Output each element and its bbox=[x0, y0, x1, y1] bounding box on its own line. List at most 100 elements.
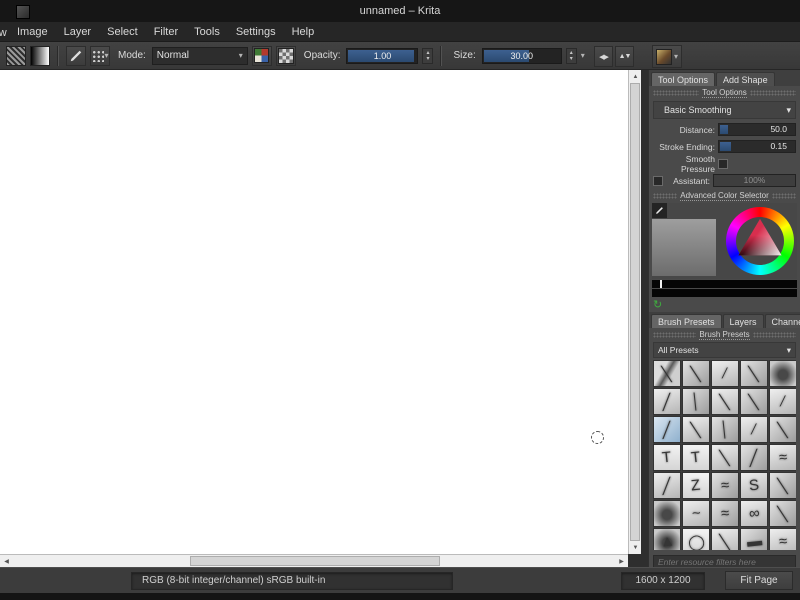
brush-preset[interactable] bbox=[769, 360, 796, 387]
tool-options-title[interactable]: Tool Options bbox=[649, 86, 800, 99]
brush-preset[interactable]: ╲ bbox=[769, 500, 796, 527]
tab-add-shape[interactable]: Add Shape bbox=[716, 72, 775, 86]
brush-preset[interactable]: ╲ bbox=[769, 472, 796, 499]
spin-down-icon[interactable]: ▾ bbox=[570, 56, 573, 62]
brush-preset[interactable] bbox=[653, 500, 681, 527]
brush-preset[interactable]: ╲ bbox=[740, 360, 768, 387]
brush-preset[interactable]: ◯ bbox=[682, 528, 710, 550]
brush-preset[interactable]: T bbox=[682, 444, 710, 471]
brush-preset[interactable]: Z bbox=[682, 472, 710, 499]
brush-preset[interactable]: ∕ bbox=[740, 416, 768, 443]
mirror-horizontal-button[interactable]: ◀▶ bbox=[594, 46, 613, 67]
toolbar-separator bbox=[440, 45, 443, 66]
vertical-scrollbar[interactable]: ▲ ▼ bbox=[628, 70, 641, 554]
freehand-brush-button[interactable] bbox=[66, 45, 86, 66]
brush-preset[interactable]: │ bbox=[711, 416, 739, 443]
smooth-pressure-label: Smooth Pressure bbox=[680, 153, 715, 174]
tab-tool-options[interactable]: Tool Options bbox=[651, 72, 716, 86]
mirror-vertical-button[interactable]: ▲▼ bbox=[615, 46, 634, 67]
brush-preset[interactable]: ╱ bbox=[653, 388, 681, 415]
menu-item-image[interactable]: Image bbox=[9, 23, 56, 41]
size-spinner[interactable]: ▴ ▾ bbox=[565, 47, 577, 64]
opacity-spinner[interactable]: ▴ ▾ bbox=[422, 47, 434, 64]
brush-preset[interactable]: ≈ bbox=[769, 444, 796, 471]
brush-preset[interactable]: ▬ bbox=[740, 528, 768, 550]
menu-item-view-partial[interactable]: View bbox=[0, 23, 9, 41]
brush-preset[interactable]: ≈ bbox=[711, 500, 739, 527]
smooth-pressure-checkbox[interactable] bbox=[718, 158, 728, 169]
menu-item-select[interactable]: Select bbox=[99, 23, 146, 41]
status-bar: RGB (8-bit integer/channel) sRGB built-i… bbox=[0, 567, 800, 593]
brush-preset[interactable]: ≈ bbox=[711, 472, 739, 499]
menu-item-filter[interactable]: Filter bbox=[146, 23, 186, 41]
value-strip-2[interactable] bbox=[652, 289, 797, 297]
scroll-left-icon[interactable]: ◀ bbox=[0, 555, 13, 567]
tab-brush-presets[interactable]: Brush Presets bbox=[651, 314, 722, 328]
brush-preset[interactable]: ╲ bbox=[711, 388, 739, 415]
brush-preset[interactable]: ▲ bbox=[653, 528, 681, 550]
color-selector-settings-button[interactable] bbox=[652, 203, 667, 218]
main-toolbar: ▾ Mode: Normal ▾ Opacity: 1.00 ▴ ▾ Size:… bbox=[0, 42, 800, 70]
scroll-down-icon[interactable]: ▼ bbox=[629, 541, 642, 554]
menu-item-help[interactable]: Help bbox=[284, 23, 323, 41]
brush-preset[interactable]: ╲ bbox=[740, 388, 768, 415]
advanced-color-selector[interactable] bbox=[652, 203, 797, 279]
menu-item-layer[interactable]: Layer bbox=[56, 23, 100, 41]
distance-field[interactable]: 50.0 bbox=[718, 123, 796, 136]
smooth-pressure-row: Smooth Pressure bbox=[653, 153, 796, 174]
advanced-color-selector-title[interactable]: Advanced Color Selector bbox=[649, 189, 800, 202]
value-strip-1[interactable] bbox=[652, 280, 797, 288]
tab-layers[interactable]: Layers bbox=[722, 314, 764, 328]
brush-preset[interactable]: ∕ bbox=[769, 388, 796, 415]
preset-filter-select[interactable]: All Presets ▾ bbox=[653, 342, 796, 358]
menu-item-settings[interactable]: Settings bbox=[228, 23, 284, 41]
brush-preset-chooser-thumbnail[interactable] bbox=[6, 45, 26, 66]
size-slider[interactable]: 30.00 bbox=[481, 47, 562, 64]
canvas[interactable] bbox=[0, 70, 628, 554]
brush-preset[interactable]: T bbox=[653, 444, 681, 471]
scroll-up-icon[interactable]: ▲ bbox=[629, 70, 642, 83]
assistant-checkbox[interactable] bbox=[653, 175, 663, 186]
size-value: 30.00 bbox=[510, 50, 533, 61]
opacity-slider[interactable]: 1.00 bbox=[346, 47, 419, 64]
hue-ring[interactable] bbox=[726, 207, 794, 275]
brush-preset[interactable]: ╱ bbox=[653, 416, 681, 443]
blending-mode-select[interactable]: Normal ▾ bbox=[151, 46, 248, 65]
brush-preset[interactable]: ╲ bbox=[653, 360, 681, 387]
brush-preset[interactable]: │ bbox=[682, 388, 710, 415]
horizontal-scrollbar[interactable]: ◀ ▶ bbox=[0, 554, 628, 567]
brush-preset[interactable]: ~ bbox=[682, 500, 710, 527]
brush-preset[interactable]: ╲ bbox=[711, 528, 739, 550]
stroke-ending-field[interactable]: 0.15 bbox=[718, 140, 796, 153]
brush-preset[interactable]: ╱ bbox=[740, 444, 768, 471]
refresh-colors-icon[interactable]: ↻ bbox=[653, 299, 662, 311]
vertical-scrollbar-thumb[interactable] bbox=[630, 83, 640, 541]
brush-preset[interactable]: ╲ bbox=[769, 416, 796, 443]
menu-item-tools[interactable]: Tools bbox=[186, 23, 228, 41]
horizontal-scrollbar-thumb[interactable] bbox=[190, 556, 440, 566]
smoothing-type-select[interactable]: Basic Smoothing ▾ bbox=[653, 101, 796, 119]
gradient-chooser-thumbnail[interactable] bbox=[30, 45, 50, 66]
brush-preset[interactable]: ≈ bbox=[769, 528, 796, 550]
distance-row: Distance: 50.0 bbox=[653, 122, 796, 137]
spin-down-icon[interactable]: ▾ bbox=[426, 56, 429, 62]
zoom-mode-button[interactable]: Fit Page bbox=[725, 571, 793, 590]
tab-channels[interactable]: Channels bbox=[764, 314, 800, 328]
brush-preset[interactable]: ∕ bbox=[711, 360, 739, 387]
chevron-down-icon: ▾ bbox=[238, 50, 243, 60]
brush-preset[interactable]: ╲ bbox=[682, 416, 710, 443]
brush-preset[interactable]: ╲ bbox=[711, 444, 739, 471]
brush-preset[interactable]: ╲ bbox=[682, 360, 710, 387]
brush-preset[interactable]: ╱ bbox=[653, 472, 681, 499]
workspace-chooser-button[interactable]: ▾ bbox=[652, 45, 683, 68]
chevron-down-icon[interactable]: ▾ bbox=[581, 51, 585, 60]
brush-preset[interactable]: S bbox=[740, 472, 768, 499]
scroll-right-icon[interactable]: ▶ bbox=[615, 555, 628, 567]
preset-search-input[interactable] bbox=[653, 555, 796, 567]
shade-selector[interactable] bbox=[652, 219, 716, 276]
preserve-alpha-button[interactable] bbox=[275, 45, 296, 66]
palette-button[interactable] bbox=[251, 45, 272, 66]
pattern-chooser-button[interactable]: ▾ bbox=[90, 45, 110, 66]
brush-preset[interactable]: ∞ bbox=[740, 500, 768, 527]
brush-presets-title[interactable]: Brush Presets bbox=[649, 328, 800, 341]
